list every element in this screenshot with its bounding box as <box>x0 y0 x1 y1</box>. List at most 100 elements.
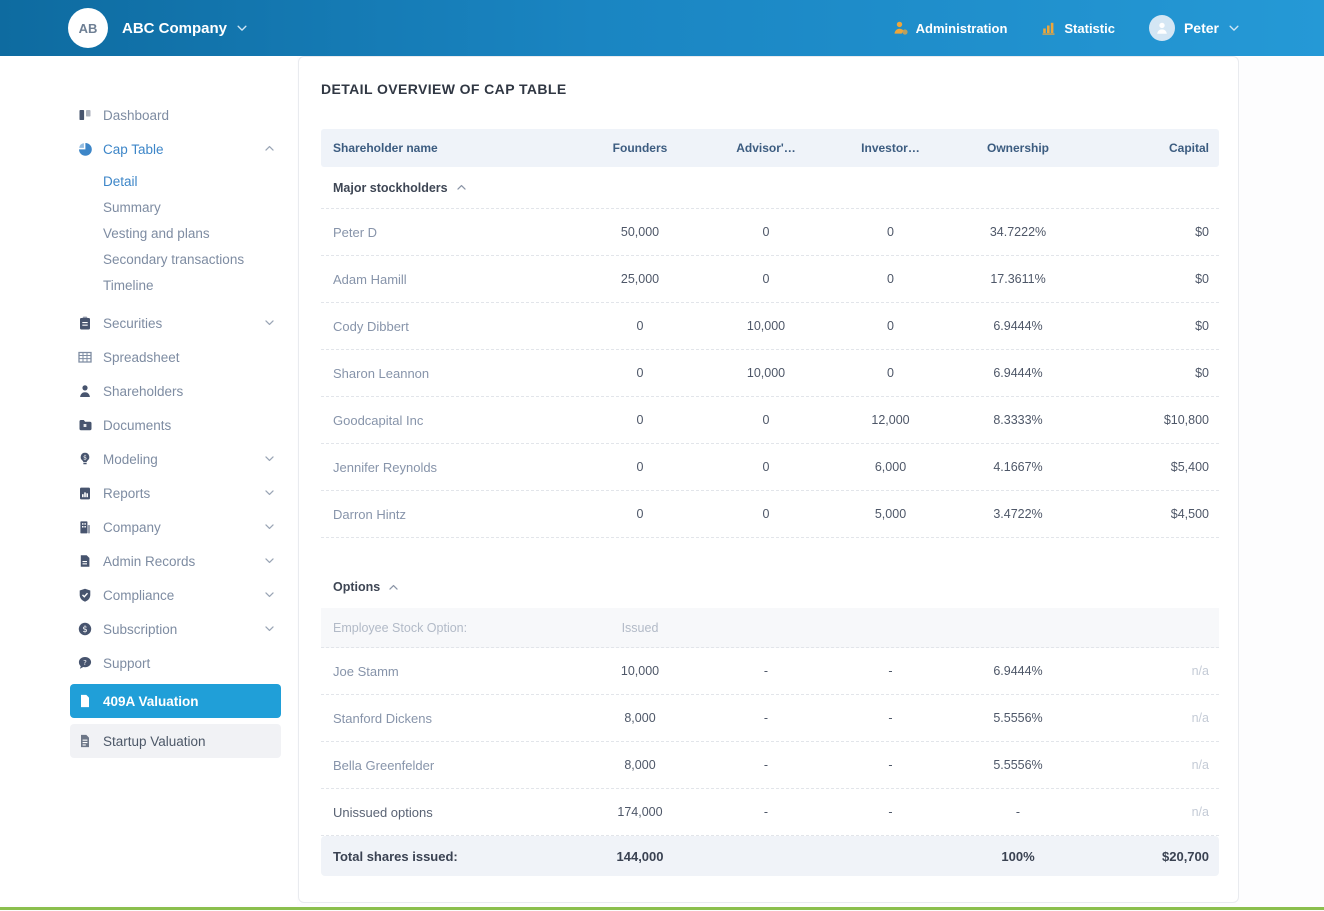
cell-value: 6.9444% <box>953 366 1083 380</box>
column-header-1: Founders <box>576 141 704 155</box>
table-total-row: Total shares issued:144,000100%$20,700 <box>321 836 1219 876</box>
reports-icon <box>78 486 92 500</box>
cell-value: 0 <box>828 225 953 239</box>
sidebar-item-label: Cap Table <box>103 142 164 157</box>
total-value-5: $20,700 <box>1083 849 1219 864</box>
sidebar-item-shareholders[interactable]: Shareholders <box>0 374 297 408</box>
cell-value: 0 <box>576 413 704 427</box>
cell-value: $0 <box>1083 366 1219 380</box>
company-icon <box>78 520 92 534</box>
sidebar-item-label: Support <box>103 656 150 671</box>
cell-value: - <box>704 711 828 725</box>
cell-value: n/a <box>1083 664 1219 678</box>
sidebar-item-label: Admin Records <box>103 554 195 569</box>
sidebar-item-company[interactable]: Company <box>0 510 297 544</box>
page-title: DETAIL OVERVIEW OF CAP TABLE <box>321 81 1218 97</box>
sidebar-subitem-detail[interactable]: Detail <box>0 168 297 194</box>
sidebar-item-admin-records[interactable]: Admin Records <box>0 544 297 578</box>
chevron-down-icon <box>264 453 275 464</box>
cell-value: - <box>828 758 953 772</box>
section-toggle-options[interactable]: Options <box>321 566 1219 608</box>
chevron-down-icon <box>236 22 248 34</box>
cell-value: 10,000 <box>704 319 828 333</box>
sidebar-item-support[interactable]: ?Support <box>0 646 297 680</box>
shareholders-icon <box>78 384 92 398</box>
cell-value: 10,000 <box>576 664 704 678</box>
shareholder-name[interactable]: Stanford Dickens <box>321 711 576 726</box>
table-row[interactable]: Darron Hintz005,0003.4722%$4,500 <box>321 491 1219 538</box>
sidebar-item-409a-valuation[interactable]: 409A Valuation <box>70 684 281 718</box>
chevron-down-icon <box>264 317 275 328</box>
shareholder-name[interactable]: Sharon Leannon <box>321 366 576 381</box>
sidebar-item-documents[interactable]: Documents <box>0 408 297 442</box>
cell-value: - <box>828 805 953 819</box>
cell-value: $0 <box>1083 272 1219 286</box>
shareholder-name[interactable]: Cody Dibbert <box>321 319 576 334</box>
cap-table: Shareholder nameFoundersAdvisor'…Investo… <box>321 129 1219 876</box>
cell-value: 0 <box>828 366 953 380</box>
sidebar-item-label: Shareholders <box>103 384 183 399</box>
cell-value: 0 <box>704 507 828 521</box>
shareholder-name[interactable]: Peter D <box>321 225 576 240</box>
statistic-link[interactable]: Statistic <box>1041 20 1115 36</box>
sidebar-item-startup-valuation[interactable]: Startup Valuation <box>70 724 281 758</box>
cell-value: 0 <box>576 319 704 333</box>
shareholder-name[interactable]: Goodcapital Inc <box>321 413 576 428</box>
sidebar-item-cap-table[interactable]: Cap Table <box>0 132 297 166</box>
cell-value: 8,000 <box>576 758 704 772</box>
sidebar-subitem-summary[interactable]: Summary <box>0 194 297 220</box>
shareholder-name[interactable]: Joe Stamm <box>321 664 576 679</box>
chevron-up-icon <box>388 582 399 593</box>
sidebar-subitem-secondary-transactions[interactable]: Secondary transactions <box>0 246 297 272</box>
total-label: Total shares issued: <box>321 849 576 864</box>
table-row[interactable]: Unissued options174,000---n/a <box>321 789 1219 836</box>
cell-value: n/a <box>1083 711 1219 725</box>
cell-value: 3.4722% <box>953 507 1083 521</box>
sidebar-subitem-timeline[interactable]: Timeline <box>0 272 297 298</box>
main-content-card: DETAIL OVERVIEW OF CAP TABLE Shareholder… <box>298 56 1239 903</box>
table-row[interactable]: Goodcapital Inc0012,0008.3333%$10,800 <box>321 397 1219 444</box>
company-initials: AB <box>79 21 98 36</box>
sidebar-item-securities[interactable]: Securities <box>0 306 297 340</box>
administration-link[interactable]: Administration <box>893 20 1008 36</box>
chevron-down-icon <box>1228 22 1240 34</box>
section-title: Major stockholders <box>333 181 448 195</box>
sidebar-item-dashboard[interactable]: Dashboard <box>0 98 297 132</box>
valuation-doc-icon <box>78 734 92 748</box>
sidebar-item-label: 409A Valuation <box>103 694 199 709</box>
shareholder-name[interactable]: Bella Greenfelder <box>321 758 576 773</box>
table-row[interactable]: Joe Stamm10,000--6.9444%n/a <box>321 648 1219 695</box>
section-toggle-major-stockholders[interactable]: Major stockholders <box>321 167 1219 209</box>
cell-value: $5,400 <box>1083 460 1219 474</box>
sidebar-item-reports[interactable]: Reports <box>0 476 297 510</box>
cell-value: n/a <box>1083 758 1219 772</box>
shareholder-name[interactable]: Darron Hintz <box>321 507 576 522</box>
table-row[interactable]: Bella Greenfelder8,000--5.5556%n/a <box>321 742 1219 789</box>
cell-value: $0 <box>1083 225 1219 239</box>
table-row[interactable]: Cody Dibbert010,00006.9444%$0 <box>321 303 1219 350</box>
cell-value: 0 <box>704 272 828 286</box>
shareholder-name[interactable]: Adam Hamill <box>321 272 576 287</box>
table-row[interactable]: Sharon Leannon010,00006.9444%$0 <box>321 350 1219 397</box>
company-avatar[interactable]: AB <box>68 8 108 48</box>
cell-value: 34.7222% <box>953 225 1083 239</box>
shareholder-name[interactable]: Jennifer Reynolds <box>321 460 576 475</box>
sidebar-item-subscription[interactable]: $Subscription <box>0 612 297 646</box>
table-row[interactable]: Stanford Dickens8,000--5.5556%n/a <box>321 695 1219 742</box>
sidebar-item-compliance[interactable]: Compliance <box>0 578 297 612</box>
cell-value: - <box>704 758 828 772</box>
cell-value: - <box>953 805 1083 819</box>
sidebar-item-modeling[interactable]: $Modeling <box>0 442 297 476</box>
sidebar-subitem-vesting-and-plans[interactable]: Vesting and plans <box>0 220 297 246</box>
sidebar-item-spreadsheet[interactable]: Spreadsheet <box>0 340 297 374</box>
table-row[interactable]: Jennifer Reynolds006,0004.1667%$5,400 <box>321 444 1219 491</box>
cell-value: 4.1667% <box>953 460 1083 474</box>
spreadsheet-icon <box>78 350 92 364</box>
user-menu[interactable]: Peter <box>1149 15 1240 41</box>
modeling-icon: $ <box>78 452 92 466</box>
company-menu[interactable]: ABC Company <box>122 20 248 37</box>
cell-value: - <box>704 664 828 678</box>
table-row[interactable]: Peter D50,0000034.7222%$0 <box>321 209 1219 256</box>
table-row[interactable]: Adam Hamill25,0000017.3611%$0 <box>321 256 1219 303</box>
bar-chart-icon <box>1041 20 1057 36</box>
